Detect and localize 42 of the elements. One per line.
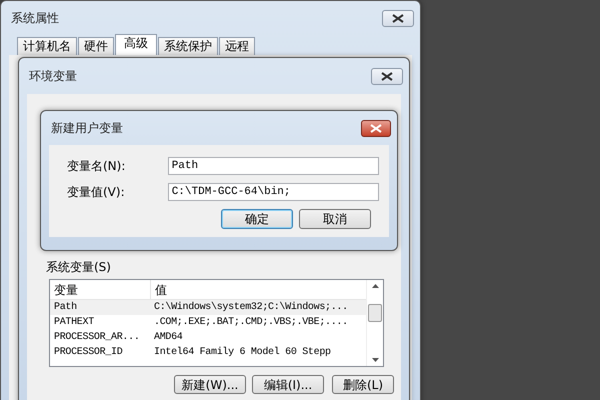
list-row[interactable]: Path C:\Windows\system32;C:\Windows;...: [50, 300, 366, 315]
window-title: 环境变量: [29, 68, 77, 85]
table-cell-text: .COM;.EXE;.BAT;.CMD;.VBS;.VBE;....: [153, 316, 349, 330]
column-header[interactable]: 变量: [50, 280, 150, 299]
scroll-thumb[interactable]: [368, 304, 382, 322]
close-button[interactable]: [371, 68, 403, 84]
table-cell-text: C:\Windows\system32;C:\Windows;...: [153, 300, 349, 315]
list-row[interactable]: PROCESSOR_AR... AMD64: [50, 330, 366, 345]
list-row[interactable]: PROCESSOR_ID Intel64 Family 6 Model 60 Stepp: [50, 345, 366, 360]
close-icon: [381, 72, 393, 80]
table-cell-text: PROCESSOR_AR...: [53, 331, 141, 345]
group-label: 系统变量(S): [46, 259, 111, 276]
close-button[interactable]: [361, 120, 391, 136]
table-cell-text: Intel64 Family 6 Model 60 Stepp: [153, 346, 332, 360]
tab[interactable]: 系统保护: [158, 37, 218, 55]
input-field[interactable]: Path: [168, 157, 379, 175]
input-field[interactable]: C:\TDM-GCC-64\bin;: [168, 183, 379, 201]
field-label: 变量名(N):: [67, 158, 126, 175]
list-row[interactable]: PATHEXT .COM;.EXE;.BAT;.CMD;.VBS;.VBE;....: [50, 315, 366, 330]
dialog-button[interactable]: 新建(W)...: [174, 375, 246, 394]
close-icon: [392, 14, 404, 22]
window-title: 新建用户变量: [51, 120, 123, 137]
dialog-button[interactable]: 确定: [221, 209, 293, 229]
dialog-button[interactable]: 取消: [299, 209, 371, 229]
tab[interactable]: 硬件: [78, 37, 114, 55]
tab[interactable]: 高级: [115, 34, 157, 55]
close-button[interactable]: [382, 10, 414, 26]
close-icon: [370, 124, 382, 132]
tab[interactable]: 计算机名: [17, 37, 77, 55]
table-cell-text: Path: [53, 300, 78, 315]
field-label: 变量值(V):: [67, 184, 126, 201]
window-title: 系统属性: [11, 10, 59, 27]
dialog-button[interactable]: 删除(L): [332, 375, 394, 394]
table-cell-text: PATHEXT: [53, 316, 95, 330]
tab[interactable]: 远程: [219, 37, 255, 55]
table-cell-text: PROCESSOR_ID: [53, 346, 124, 360]
column-header[interactable]: 值: [150, 280, 366, 299]
scroll-up-icon[interactable]: [372, 284, 378, 288]
scrollbar[interactable]: [366, 280, 383, 366]
table-cell-text: AMD64: [153, 331, 184, 345]
dialog-button[interactable]: 编辑(I)...: [252, 375, 324, 394]
scroll-down-icon[interactable]: [372, 358, 378, 362]
